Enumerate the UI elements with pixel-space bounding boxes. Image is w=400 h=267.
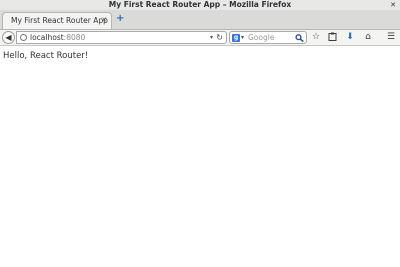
url-bar[interactable]: localhost:8080 ▾ ↻ xyxy=(16,31,227,44)
bookmark-star-icon[interactable]: ☆ xyxy=(310,32,322,43)
search-bar[interactable]: g ▾ Google xyxy=(229,31,307,44)
url-history-dropdown-icon[interactable]: ▾ xyxy=(210,33,213,43)
reload-icon[interactable]: ↻ xyxy=(216,33,223,43)
tab-label: My First React Router App xyxy=(11,16,108,25)
url-port: :8080 xyxy=(63,33,86,42)
window-close-icon[interactable]: ✕ xyxy=(389,1,397,9)
globe-icon xyxy=(20,34,27,41)
page-content-text: Hello, React Router! xyxy=(3,51,89,61)
clipboard-shape xyxy=(328,32,336,41)
downloads-icon[interactable]: ⬇ xyxy=(344,32,356,43)
search-magnifier-icon[interactable] xyxy=(295,34,304,42)
tab-active[interactable]: My First React Router App ✕ xyxy=(2,12,112,29)
back-button[interactable]: ◀ xyxy=(2,31,15,44)
search-input[interactable]: Google xyxy=(248,33,274,43)
home-icon[interactable]: ⌂ xyxy=(362,32,374,43)
new-tab-icon[interactable]: + xyxy=(116,13,124,25)
google-engine-icon[interactable]: g xyxy=(232,34,240,42)
url-text[interactable]: localhost:8080 xyxy=(30,33,85,43)
window-title: My First React Router App – Mozilla Fire… xyxy=(108,0,292,9)
tab-strip: My First React Router App ✕ xyxy=(0,10,400,30)
window-titlebar: My First React Router App – Mozilla Fire… xyxy=(0,0,400,10)
menu-icon[interactable]: ☰ xyxy=(385,32,397,43)
reading-list-icon[interactable] xyxy=(326,32,338,43)
engine-dropdown-icon[interactable]: ▾ xyxy=(241,33,244,43)
tab-close-icon[interactable]: ✕ xyxy=(101,16,107,24)
back-arrow-icon: ◀ xyxy=(5,33,12,42)
url-host: localhost xyxy=(30,33,64,42)
